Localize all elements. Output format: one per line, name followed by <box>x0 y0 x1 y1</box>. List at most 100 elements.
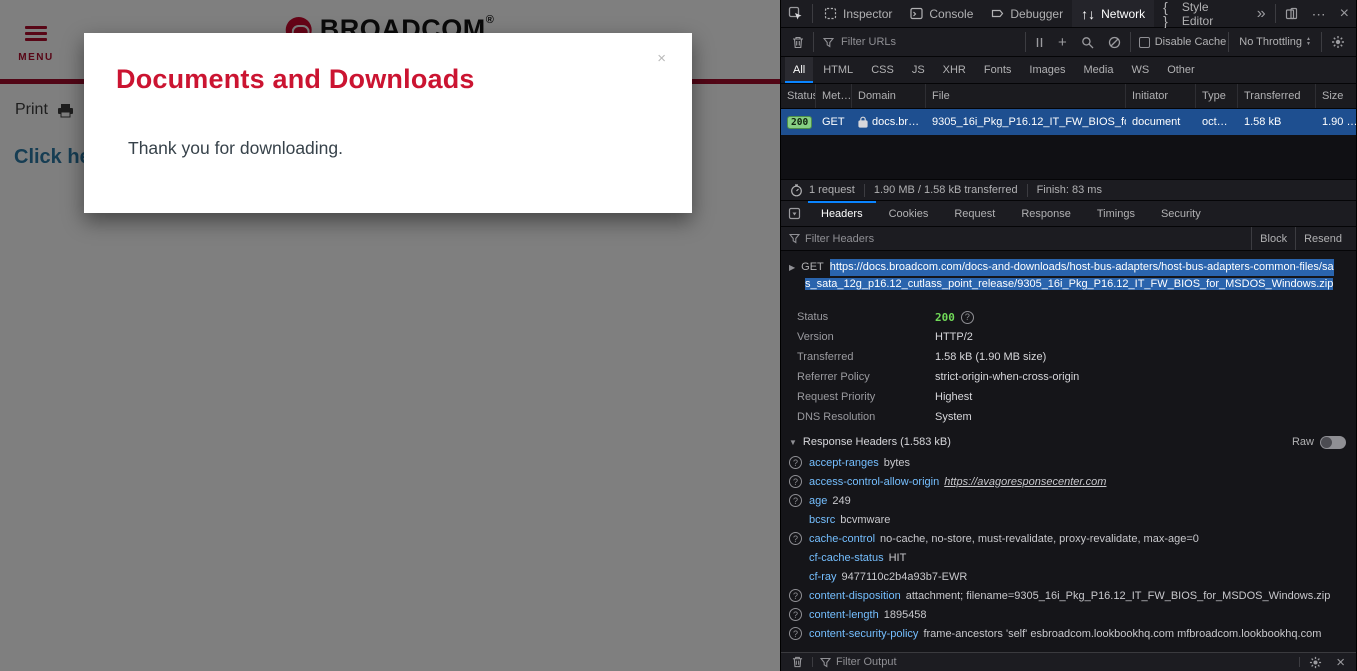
column-domain[interactable]: Domain <box>852 84 926 108</box>
column-initiator[interactable]: Initiator <box>1126 84 1196 108</box>
filter-headers-input[interactable] <box>805 233 1251 245</box>
filter-js[interactable]: JS <box>904 57 933 83</box>
tab-network[interactable]: ↑↓ Network <box>1072 0 1154 27</box>
block-icon[interactable] <box>1101 36 1128 49</box>
filter-html[interactable]: HTML <box>815 57 861 83</box>
separator <box>1321 32 1322 52</box>
column-size[interactable]: Size <box>1316 84 1356 108</box>
screen: MENU BROADCOM® Print Click he Documents … <box>0 0 1357 671</box>
more-tabs-icon[interactable]: » <box>1250 0 1273 27</box>
network-icon: ↑↓ <box>1081 7 1095 21</box>
add-request-icon[interactable]: + <box>1051 35 1074 50</box>
twisty-expanded-icon[interactable]: ▼ <box>789 438 797 447</box>
help-icon[interactable]: ? <box>789 494 802 507</box>
debugger-icon <box>991 7 1004 20</box>
transfer-summary: 1.90 MB / 1.58 kB transferred <box>865 184 1027 196</box>
filter-images[interactable]: Images <box>1021 57 1073 83</box>
header-row: ? access-control-allow-origin https://av… <box>781 472 1356 491</box>
twisty-collapsed-icon[interactable]: ▶ <box>789 259 795 276</box>
separator <box>1299 657 1300 667</box>
filter-output-input[interactable] <box>836 656 1297 668</box>
detail-tab-timings[interactable]: Timings <box>1084 201 1148 226</box>
element-picker-icon <box>788 6 803 21</box>
request-type-cell: oct… <box>1196 109 1238 135</box>
column-status[interactable]: Status <box>781 84 816 108</box>
detail-tab-headers[interactable]: Headers <box>808 201 876 226</box>
request-domain-cell: docs.br… <box>852 109 926 135</box>
response-headers-section-header[interactable]: ▼ Response Headers (1.583 kB) Raw <box>781 431 1356 453</box>
column-type[interactable]: Type <box>1196 84 1238 108</box>
status-code-value: 200 <box>935 311 955 324</box>
help-icon[interactable]: ? <box>789 589 802 602</box>
tab-debugger[interactable]: Debugger <box>982 0 1072 27</box>
separator <box>812 4 813 23</box>
disable-cache-checkbox[interactable] <box>1139 37 1150 48</box>
responsive-mode-icon[interactable] <box>1278 0 1305 27</box>
network-settings-button[interactable] <box>1324 35 1352 49</box>
header-row: cf-cache-status HIT <box>781 548 1356 567</box>
raw-toggle-knob <box>1321 437 1332 448</box>
request-status-cell: 200 <box>781 109 816 135</box>
help-icon[interactable]: ? <box>789 532 802 545</box>
browser-page: MENU BROADCOM® Print Click he Documents … <box>0 0 780 671</box>
filter-xhr[interactable]: XHR <box>935 57 974 83</box>
filter-all[interactable]: All <box>785 57 813 83</box>
header-value-link[interactable]: https://avagoresponsecenter.com <box>944 476 1106 488</box>
help-icon[interactable]: ? <box>789 456 802 469</box>
request-table-header: Status Met… Domain File Initiator Type T… <box>781 84 1356 109</box>
header-row: ? cache-control no-cache, no-store, must… <box>781 529 1356 548</box>
modal-close-icon[interactable]: × <box>657 51 666 66</box>
header-row: ? accept-ranges bytes <box>781 453 1356 472</box>
block-url-button[interactable]: Block <box>1251 227 1295 250</box>
panel-toggle-icon[interactable] <box>781 201 808 226</box>
clear-requests-button[interactable] <box>785 36 811 49</box>
filter-fonts[interactable]: Fonts <box>976 57 1020 83</box>
finish-time: Finish: 83 ms <box>1028 184 1111 196</box>
headers-detail-pane: ▶ GET https://docs.broadcom.com/docs-and… <box>781 251 1356 652</box>
gear-icon <box>1331 35 1345 49</box>
trash-icon <box>792 36 804 49</box>
meatball-menu-icon[interactable]: ⋯ <box>1305 0 1333 27</box>
search-icon[interactable] <box>1074 36 1101 49</box>
filter-css[interactable]: CSS <box>863 57 902 83</box>
tab-inspector[interactable]: Inspector <box>815 0 901 27</box>
tab-style-editor[interactable]: { } Style Editor <box>1154 0 1250 27</box>
filter-ws[interactable]: WS <box>1123 57 1157 83</box>
disable-cache-label: Disable Cache <box>1155 36 1227 48</box>
header-row: ? content-length 1895458 <box>781 605 1356 624</box>
help-icon[interactable]: ? <box>789 475 802 488</box>
header-row: ? content-disposition attachment; filena… <box>781 586 1356 605</box>
request-row[interactable]: 200 GET docs.br… 9305_16i_Pkg_P16.12_IT_… <box>781 109 1356 135</box>
tab-console[interactable]: Console <box>901 0 982 27</box>
pause-icon[interactable] <box>1028 37 1051 48</box>
separator <box>1025 32 1026 52</box>
raw-label: Raw <box>1292 436 1314 448</box>
detail-tab-cookies[interactable]: Cookies <box>876 201 942 226</box>
filter-media[interactable]: Media <box>1075 57 1121 83</box>
clear-output-button[interactable] <box>785 656 810 668</box>
help-icon[interactable]: ? <box>789 627 802 640</box>
header-row: bcsrc bcvmware <box>781 510 1356 529</box>
throttling-select[interactable]: No Throttling ▲▼ <box>1231 36 1319 48</box>
close-split-console-icon[interactable]: × <box>1329 655 1352 670</box>
devtools-close-icon[interactable]: × <box>1333 0 1356 27</box>
separator <box>1275 4 1276 23</box>
column-method[interactable]: Met… <box>816 84 852 108</box>
resend-button[interactable]: Resend <box>1295 227 1350 250</box>
detail-tab-security[interactable]: Security <box>1148 201 1214 226</box>
raw-toggle[interactable] <box>1320 436 1346 449</box>
devtools-tabbar: Inspector Console Debugger ↑↓ Network { … <box>781 0 1356 28</box>
network-summary-bar: 1 request 1.90 MB / 1.58 kB transferred … <box>781 179 1356 200</box>
disable-cache-control[interactable]: Disable Cache <box>1133 36 1227 48</box>
stopwatch-icon <box>790 184 803 197</box>
filter-urls-input[interactable] <box>841 36 1023 48</box>
element-picker-button[interactable] <box>781 0 810 27</box>
console-settings-button[interactable] <box>1302 656 1329 669</box>
help-icon[interactable]: ? <box>961 311 974 324</box>
column-transferred[interactable]: Transferred <box>1238 84 1316 108</box>
column-file[interactable]: File <box>926 84 1126 108</box>
detail-tab-request[interactable]: Request <box>941 201 1008 226</box>
detail-tab-response[interactable]: Response <box>1008 201 1084 226</box>
help-icon[interactable]: ? <box>789 608 802 621</box>
filter-other[interactable]: Other <box>1159 57 1203 83</box>
